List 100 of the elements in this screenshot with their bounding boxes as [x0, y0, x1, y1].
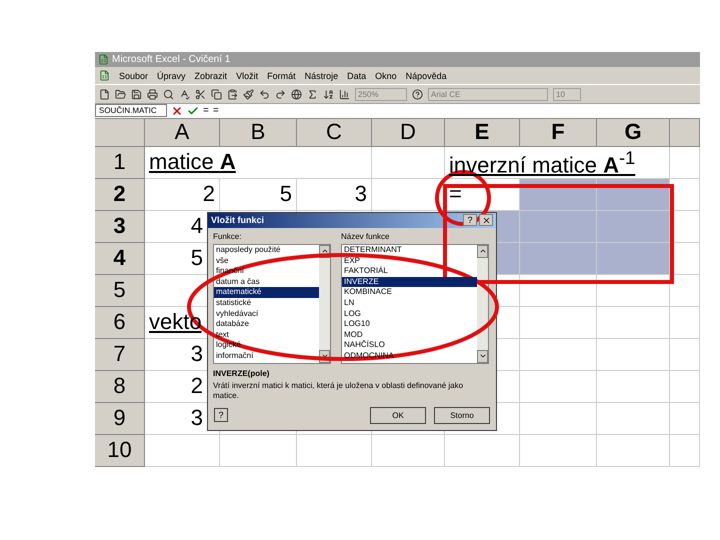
row-header[interactable]: 1: [95, 146, 145, 179]
close-button[interactable]: [479, 214, 493, 226]
chart-icon[interactable]: [339, 88, 350, 100]
globe-icon[interactable]: [291, 88, 302, 100]
list-item[interactable]: KOMBINACE: [342, 287, 477, 298]
row-header[interactable]: 10: [95, 434, 145, 467]
cell-text: 2: [202, 181, 215, 208]
close-icon[interactable]: [482, 216, 490, 225]
brush-icon[interactable]: [243, 88, 254, 100]
cancel-icon[interactable]: [171, 104, 183, 117]
column-header[interactable]: B: [220, 118, 297, 147]
list-item[interactable]: FAKTORIÁL: [342, 266, 477, 277]
cell-text: 3: [190, 341, 203, 368]
save-icon[interactable]: [131, 88, 142, 100]
list-item[interactable]: INVERZE: [342, 276, 477, 288]
categories-label: Funkce:: [213, 232, 242, 241]
copy-icon[interactable]: [211, 88, 222, 100]
list-item[interactable]: LOG: [342, 308, 477, 320]
column-header[interactable]: F: [520, 118, 597, 147]
new-file-icon[interactable]: [99, 88, 110, 100]
dialog-title: Vložit funkci: [211, 215, 264, 226]
window-title: Microsoft Excel - Cvičení 1: [112, 54, 230, 66]
folder-icon[interactable]: [115, 88, 126, 100]
list-item[interactable]: LN: [342, 298, 477, 309]
cancel-button[interactable]: Storno: [434, 406, 490, 424]
sigma-icon[interactable]: [307, 88, 318, 100]
list-item[interactable]: vše: [214, 256, 319, 266]
list-item[interactable]: NAHČÍSLO: [342, 340, 477, 351]
list-item[interactable]: LOG10: [342, 319, 477, 330]
menu-item[interactable]: Vložit: [236, 70, 258, 81]
ok-button[interactable]: OK: [370, 406, 426, 424]
list-item[interactable]: DETERMINANT: [342, 244, 477, 256]
list-item[interactable]: naposledy použité: [214, 244, 319, 256]
table-cell: [670, 306, 700, 339]
row-header[interactable]: 5: [95, 274, 145, 307]
list-item[interactable]: statistické: [214, 298, 319, 309]
row-header[interactable]: 6: [95, 306, 145, 339]
printer-icon[interactable]: [147, 88, 158, 100]
formula-field[interactable]: =: [212, 105, 700, 116]
function-syntax: INVERZE(pole): [212, 368, 270, 378]
menu-item[interactable]: Okno: [375, 70, 397, 81]
cell-text: =: [449, 181, 462, 208]
row-header[interactable]: 9: [95, 402, 145, 435]
enter-icon[interactable]: [187, 104, 199, 117]
table-cell: [670, 434, 700, 467]
menu-item[interactable]: Data: [347, 70, 366, 81]
help-icon[interactable]: [412, 88, 423, 100]
name-box[interactable]: SOUČIN.MATIC: [95, 104, 167, 118]
formula-label[interactable]: =: [203, 105, 209, 116]
list-item[interactable]: EXP: [342, 256, 477, 266]
excel-icon: [99, 70, 110, 82]
search-icon[interactable]: [163, 88, 174, 100]
table-cell: [670, 338, 700, 371]
table-cell: [670, 370, 700, 403]
cell-text: 2: [190, 373, 203, 400]
scroll-up-icon[interactable]: [477, 244, 488, 258]
cell-text: 4: [190, 213, 203, 240]
menu-item[interactable]: Úpravy: [157, 70, 186, 81]
column-header[interactable]: E: [445, 118, 520, 147]
row-header[interactable]: 4: [95, 242, 145, 275]
paste-icon[interactable]: [227, 88, 238, 100]
row-header[interactable]: 2: [95, 178, 145, 211]
list-item[interactable]: MOD: [342, 330, 477, 340]
scrollbar[interactable]: [477, 244, 488, 363]
list-item[interactable]: text: [214, 330, 319, 340]
menu-item[interactable]: Zobrazit: [194, 70, 228, 81]
help-button[interactable]: ?: [463, 214, 477, 226]
redo-icon[interactable]: [275, 88, 286, 100]
cell-text: matice A: [149, 149, 236, 176]
list-item[interactable]: databáze: [214, 319, 319, 330]
list-item[interactable]: matematické: [214, 287, 319, 298]
spellcheck-icon[interactable]: [179, 88, 190, 100]
list-item[interactable]: vyhledávací: [214, 308, 319, 320]
row-header[interactable]: 7: [95, 338, 145, 371]
scroll-down-icon[interactable]: [477, 350, 488, 363]
column-header[interactable]: G: [597, 118, 670, 147]
menu-item[interactable]: Nástroje: [304, 70, 338, 81]
function-description: Vrátí inverzní matici k matici, která je uložena v oblasti definované jako matice.: [212, 380, 464, 401]
column-header[interactable]: C: [297, 118, 372, 147]
cell-text: 3: [354, 181, 367, 208]
scissors-icon[interactable]: [195, 88, 206, 100]
sort-icon[interactable]: [323, 88, 334, 100]
list-item[interactable]: informační: [214, 350, 319, 362]
table-cell: [670, 274, 700, 307]
menu-item[interactable]: Formát: [267, 70, 296, 81]
scrollbar[interactable]: [319, 244, 330, 363]
excel-icon: [98, 54, 109, 66]
row-header[interactable]: 3: [95, 210, 145, 243]
help-button[interactable]: ?: [214, 408, 228, 422]
cell-text: 3: [190, 405, 203, 432]
cell-text: 5: [190, 245, 203, 272]
list-item[interactable]: datum a čas: [214, 276, 319, 288]
column-header[interactable]: A: [145, 118, 220, 147]
menu-item[interactable]: Soubor: [119, 70, 148, 81]
cell-text: inverzní matice A$^{-1}$: [449, 146, 636, 178]
cell-text: 5: [280, 181, 292, 208]
column-header[interactable]: D: [372, 118, 445, 147]
undo-icon[interactable]: [259, 88, 270, 100]
menu-item[interactable]: Nápověda: [406, 70, 447, 81]
row-header[interactable]: 8: [95, 370, 145, 403]
